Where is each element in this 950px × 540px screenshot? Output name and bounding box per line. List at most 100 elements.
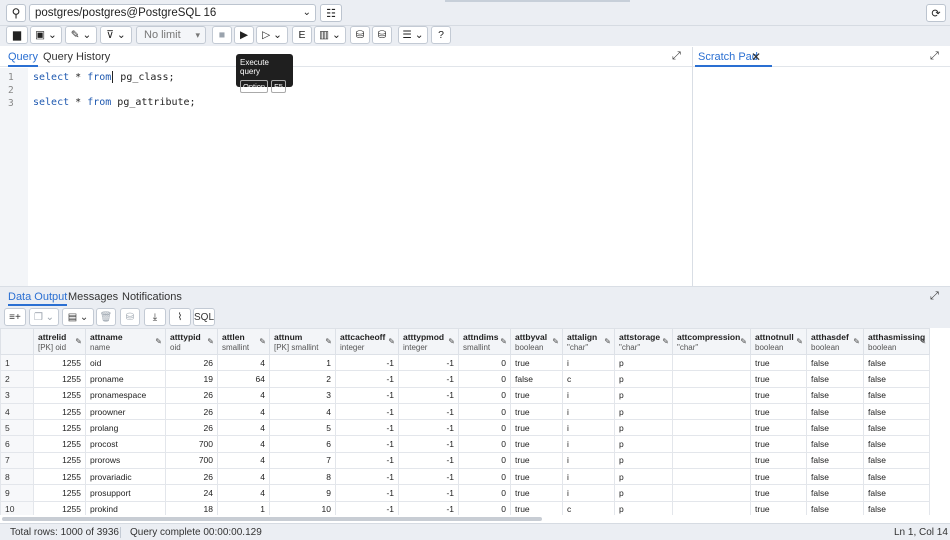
table-cell[interactable]: i — [562, 435, 615, 453]
table-cell[interactable]: -1 — [335, 353, 399, 372]
pencil-icon[interactable]: ✎ — [796, 337, 803, 346]
table-cell[interactable]: true — [750, 402, 807, 421]
column-header[interactable]: attrelid [PK] oid ✎ — [33, 328, 86, 355]
expand-icon[interactable]: ⤢ — [672, 50, 681, 63]
table-cell[interactable]: prolang — [85, 419, 166, 437]
pencil-icon[interactable]: ✎ — [853, 337, 860, 346]
table-cell[interactable]: 2 — [269, 370, 336, 388]
table-cell[interactable]: false — [862, 402, 931, 421]
table-cell[interactable]: true — [750, 353, 807, 372]
table-row[interactable]: 1 1255 oid 26 4 1 -1 -1 0 true i p true false false — [0, 353, 931, 372]
table-cell[interactable]: 8 — [269, 468, 336, 486]
table-cell[interactable] — [672, 500, 751, 515]
row-number[interactable]: 6 — [0, 435, 34, 453]
table-cell[interactable]: false — [806, 419, 864, 437]
table-cell[interactable]: provariadic — [85, 468, 166, 486]
table-cell[interactable]: 0 — [458, 468, 511, 486]
table-cell[interactable]: 3 — [269, 386, 336, 404]
macros-button[interactable]: ☰ ⌄ — [398, 26, 428, 44]
rollback-icon[interactable]: ⛁ — [372, 26, 392, 44]
table-cell[interactable]: false — [806, 435, 864, 453]
table-cell[interactable]: 0 — [458, 353, 511, 372]
table-cell[interactable]: false — [806, 451, 864, 470]
table-cell[interactable]: p — [614, 370, 673, 388]
table-cell[interactable]: true — [750, 419, 807, 437]
column-header[interactable]: attstorage "char" ✎ — [614, 328, 673, 355]
row-number[interactable]: 8 — [0, 468, 34, 486]
column-header[interactable]: attcacheoff integer ✎ — [335, 328, 399, 355]
table-cell[interactable]: proname — [85, 370, 166, 388]
table-cell[interactable] — [672, 353, 751, 372]
row-number[interactable]: 1 — [0, 353, 34, 372]
delete-icon[interactable]: 🗑 — [96, 308, 116, 326]
help-icon[interactable]: ? — [431, 26, 451, 44]
table-cell[interactable]: true — [510, 402, 563, 421]
table-cell[interactable]: false — [806, 468, 864, 486]
filter-button[interactable]: ⊽ ⌄ — [100, 26, 132, 44]
table-cell[interactable]: 4 — [217, 386, 270, 404]
table-cell[interactable]: 1255 — [33, 370, 86, 388]
pencil-icon[interactable]: ✎ — [75, 337, 82, 346]
save-file-button[interactable]: ▣ ⌄ — [30, 26, 62, 44]
table-cell[interactable]: i — [562, 451, 615, 470]
open-file-icon[interactable]: ▆ — [6, 26, 28, 44]
table-cell[interactable]: c — [562, 500, 615, 515]
table-row[interactable]: 8 1255 provariadic 26 4 8 -1 -1 0 true i p true false… — [0, 468, 931, 486]
sql-button[interactable]: SQL — [193, 308, 215, 326]
table-cell[interactable]: 0 — [458, 484, 511, 502]
table-cell[interactable]: 26 — [165, 419, 218, 437]
table-cell[interactable]: true — [510, 419, 563, 437]
horizontal-scrollbar[interactable] — [0, 515, 950, 523]
table-cell[interactable]: 26 — [165, 468, 218, 486]
table-cell[interactable]: p — [614, 468, 673, 486]
table-cell[interactable]: p — [614, 435, 673, 453]
table-cell[interactable] — [672, 419, 751, 437]
table-cell[interactable]: procost — [85, 435, 166, 453]
pencil-icon[interactable]: ✎ — [500, 337, 507, 346]
save-data-icon[interactable]: ⛁ — [120, 308, 140, 326]
expand-icon[interactable]: ⤢ — [930, 290, 939, 303]
table-cell[interactable]: 0 — [458, 435, 511, 453]
table-cell[interactable]: 0 — [458, 451, 511, 470]
table-cell[interactable]: prokind — [85, 500, 166, 515]
table-cell[interactable]: -1 — [398, 370, 459, 388]
column-header[interactable]: attalign "char" ✎ — [562, 328, 615, 355]
scrollbar-thumb[interactable] — [2, 517, 542, 521]
row-number[interactable]: 9 — [0, 484, 34, 502]
table-cell[interactable]: oid — [85, 353, 166, 372]
table-cell[interactable]: 4 — [269, 402, 336, 421]
pencil-icon[interactable]: ✎ — [259, 337, 266, 346]
table-cell[interactable]: 700 — [165, 435, 218, 453]
connection-select[interactable]: postgres/postgres@PostgreSQL 16 ⌄ — [29, 4, 316, 22]
graph-visualiser-icon[interactable]: ⌇ — [169, 308, 191, 326]
table-cell[interactable]: -1 — [398, 435, 459, 453]
table-cell[interactable]: true — [750, 386, 807, 404]
table-cell[interactable] — [672, 402, 751, 421]
pencil-icon[interactable]: ✎ — [448, 337, 455, 346]
table-row[interactable]: 5 1255 prolang 26 4 5 -1 -1 0 true i p true false fals… — [0, 419, 931, 437]
table-cell[interactable]: 1255 — [33, 484, 86, 502]
table-cell[interactable]: false — [862, 419, 931, 437]
table-cell[interactable] — [672, 451, 751, 470]
pencil-icon[interactable]: ✎ — [155, 337, 162, 346]
table-cell[interactable]: false — [806, 370, 864, 388]
table-cell[interactable] — [672, 468, 751, 486]
column-header[interactable]: atthasmissing boolean ✎ — [862, 328, 931, 355]
table-cell[interactable]: true — [510, 435, 563, 453]
table-cell[interactable]: true — [750, 484, 807, 502]
table-cell[interactable]: -1 — [335, 370, 399, 388]
add-row-icon[interactable]: ≡+ — [4, 308, 26, 326]
table-cell[interactable]: true — [510, 484, 563, 502]
table-cell[interactable]: 1255 — [33, 500, 86, 515]
table-cell[interactable]: false — [862, 353, 931, 372]
sql-editor[interactable]: 1 2 3 select * from pg_class; select * f… — [0, 68, 692, 286]
table-cell[interactable]: true — [750, 435, 807, 453]
table-cell[interactable] — [672, 386, 751, 404]
table-cell[interactable]: i — [562, 484, 615, 502]
execute-query-icon[interactable]: ▶ — [234, 26, 254, 44]
tab-query-history[interactable]: Query History — [43, 51, 110, 63]
execute-options-button[interactable]: ▷ ⌄ — [256, 26, 288, 44]
table-cell[interactable]: 1255 — [33, 451, 86, 470]
table-cell[interactable]: 26 — [165, 353, 218, 372]
tab-messages[interactable]: Messages — [68, 291, 118, 303]
